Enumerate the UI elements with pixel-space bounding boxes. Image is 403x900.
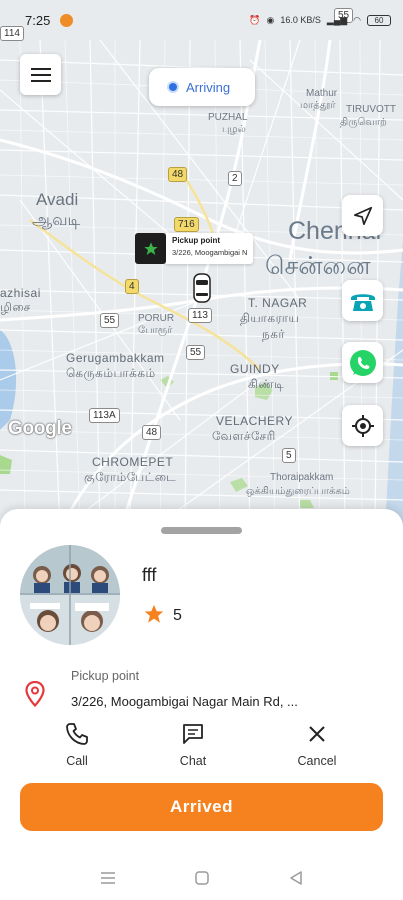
highway-shield: 48 <box>142 425 162 440</box>
battery-icon: 60 <box>367 14 391 26</box>
status-icons: ⏰ ◉ 16.0 KB/S ▂▄▆ ◠ 60 <box>249 14 391 26</box>
map-label: Avadi <box>36 190 79 209</box>
driver-rating: 5 <box>173 607 182 624</box>
send-icon <box>353 206 372 225</box>
map-label: ஒக்கியம்துரைப்பாக்கம் <box>246 486 350 497</box>
map-label: வேளச்சேரி <box>212 429 276 443</box>
map-label: azhisai <box>0 286 41 300</box>
map-label: Thoraipakkam <box>270 472 334 483</box>
highway-shield: 48 <box>168 167 188 182</box>
map-label: Gerugambakkam <box>66 351 165 365</box>
wifi-icon: ◠ <box>353 14 361 25</box>
call-button[interactable]: Call <box>42 722 112 768</box>
map-label: கெருகம்பாக்கம் <box>66 366 156 380</box>
map-label: ஆவடி <box>32 212 81 229</box>
highway-shield: 4 <box>125 279 139 294</box>
arrived-button[interactable]: Arrived <box>20 783 383 831</box>
map-label: VELACHERY <box>216 414 293 428</box>
network-speed: 16.0 KB/S <box>280 15 321 25</box>
home-icon[interactable] <box>194 870 210 886</box>
alarm-icon: ⏰ <box>249 14 261 25</box>
map-label: GUINDY <box>230 362 280 376</box>
trip-status-text: Arriving <box>186 79 231 95</box>
map-label: T. NAGAR <box>248 296 308 310</box>
map-label: திருவொற் <box>340 117 387 128</box>
navigate-button[interactable] <box>342 195 383 236</box>
drag-handle[interactable] <box>161 527 242 534</box>
star-icon <box>144 604 164 623</box>
phone-icon <box>350 293 375 311</box>
menu-button[interactable] <box>20 54 61 95</box>
google-attribution: Google <box>8 418 72 439</box>
highway-shield: 2 <box>228 171 242 186</box>
cancel-button[interactable]: Cancel <box>282 722 352 768</box>
pickup-marker-address: 3/226, Moogambigai N <box>172 248 248 257</box>
app-notification-icon <box>60 13 74 27</box>
status-time: 7:25 <box>25 12 51 28</box>
highway-shield: 55 <box>186 345 206 360</box>
pickup-marker-badge <box>135 233 166 264</box>
map-label: Mathur <box>306 88 338 99</box>
trip-bottom-sheet: fff 5 Pickup point 3/226, Moogambigai Na… <box>0 509 403 900</box>
map-label: CHROMEPET <box>92 455 174 469</box>
map-label: TIRUVOTT <box>346 104 396 115</box>
status-dot-icon <box>167 81 179 93</box>
phone-icon <box>66 723 88 745</box>
map-label: PUZHAL <box>208 112 248 123</box>
map-label: மாத்தூர் <box>300 100 336 111</box>
driver-name: fff <box>142 565 157 585</box>
recents-menu-icon[interactable] <box>100 871 116 885</box>
status-bar: 7:25 ⏰ ◉ 16.0 KB/S ▂▄▆ ◠ 60 <box>0 0 403 40</box>
call-label: Call <box>66 754 88 768</box>
star-icon <box>143 241 158 255</box>
pickup-map-marker[interactable]: Pickup point 3/226, Moogambigai N <box>135 233 254 264</box>
pickup-marker-title: Pickup point <box>172 236 220 245</box>
chat-button[interactable]: Chat <box>158 722 228 768</box>
pickup-address: 3/226, Moogambigai Nagar Main Rd, ... <box>71 694 298 709</box>
signal-icon: ▂▄▆ <box>326 14 348 25</box>
back-icon[interactable] <box>288 870 304 886</box>
map-label: போரூர் <box>138 325 173 336</box>
whatsapp-icon <box>349 349 376 376</box>
system-nav-bar <box>0 855 403 900</box>
map-label: தியாகராய <box>240 311 300 325</box>
map-label: புழல் <box>222 124 246 135</box>
location-icon: ◉ <box>266 14 275 25</box>
car-icon <box>193 273 211 303</box>
avatar-image <box>20 545 120 645</box>
call-phone-button[interactable] <box>342 280 383 321</box>
highway-shield: 716 <box>174 217 199 232</box>
map-label: கிண்டி <box>248 377 285 391</box>
map-label: ழிசை <box>0 300 31 314</box>
highway-shield: 113A <box>89 408 120 423</box>
map-label: நகர் <box>262 327 286 341</box>
my-location-icon <box>351 414 374 437</box>
menu-icon <box>30 67 51 82</box>
highway-shield: 5 <box>282 448 296 463</box>
highway-shield: 55 <box>100 313 120 328</box>
recenter-button[interactable] <box>342 405 383 446</box>
close-icon <box>309 726 325 742</box>
trip-status-pill: Arriving <box>149 68 255 106</box>
map-label: PORUR <box>138 313 175 324</box>
chat-label: Chat <box>179 754 207 768</box>
whatsapp-button[interactable] <box>342 342 383 383</box>
cancel-label: Cancel <box>297 754 337 768</box>
pickup-marker-card: Pickup point 3/226, Moogambigai N <box>166 233 254 264</box>
pickup-label: Pickup point <box>71 669 140 683</box>
location-pin-icon <box>25 681 45 707</box>
chat-icon <box>183 724 203 744</box>
highway-shield: 113 <box>188 308 212 323</box>
driver-avatar <box>20 545 120 645</box>
map-label: குரோம்பேட்டை <box>84 470 177 484</box>
